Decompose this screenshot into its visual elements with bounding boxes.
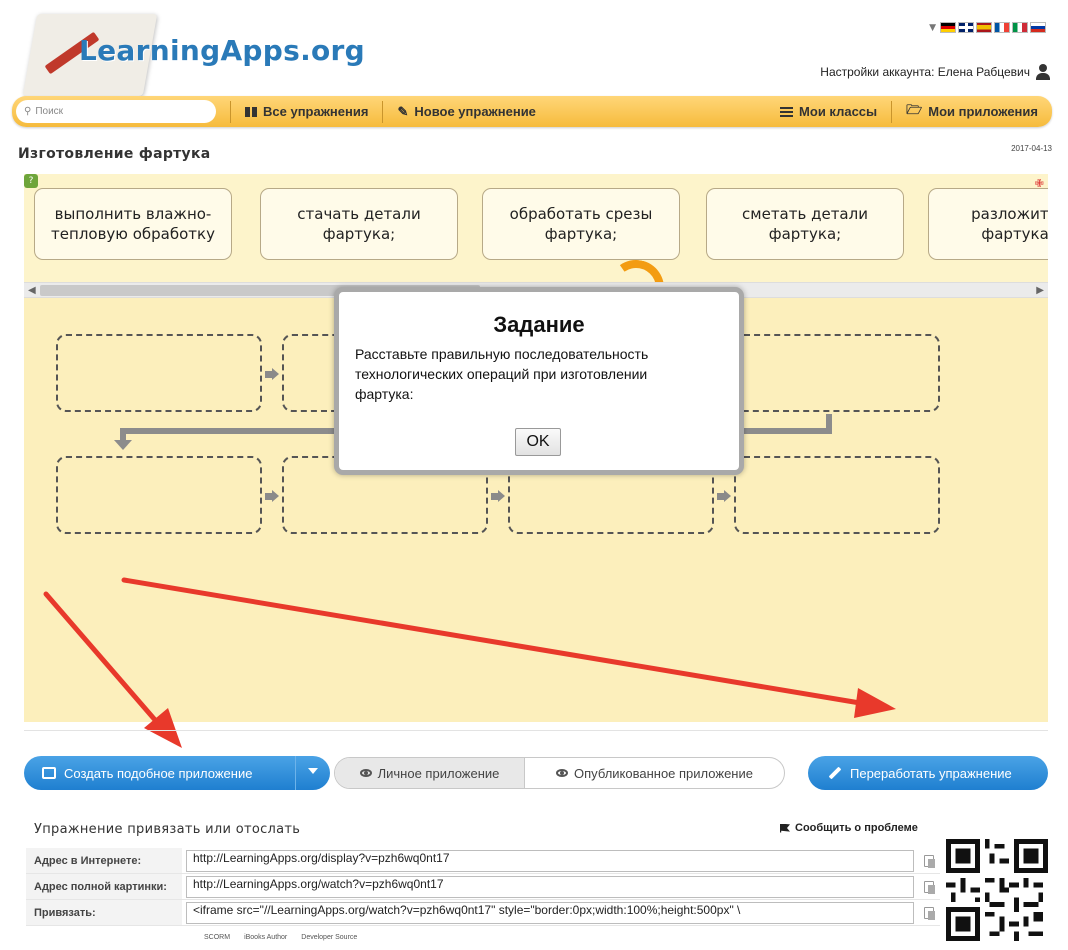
user-icon[interactable]: [1036, 64, 1050, 80]
nav-new-exercise-label: Новое упражнение: [414, 104, 536, 119]
pencil-icon: ✎: [397, 103, 409, 119]
nav-all-exercises[interactable]: Все упражнения: [231, 96, 382, 127]
sequence-arrow-icon: [265, 489, 279, 503]
copy-icon[interactable]: [924, 854, 935, 868]
qr-code-image: [946, 838, 1048, 942]
share-section-title: Упражнение привязать или отослать: [34, 822, 301, 837]
developer-source-link[interactable]: Developer Source: [301, 934, 357, 941]
share-row: Адрес в Интернете: http://LearningApps.o…: [26, 848, 940, 874]
language-selector[interactable]: ▼: [929, 22, 1046, 33]
share-table: Адрес в Интернете: http://LearningApps.o…: [26, 848, 940, 926]
task-dialog-text: Расставьте правильную последовательность…: [355, 346, 649, 402]
flag-it-icon[interactable]: [1012, 22, 1028, 33]
nav-all-exercises-label: Все упражнения: [263, 104, 369, 119]
fullscreen-address-field[interactable]: http://LearningApps.org/watch?v=pzh6wq0n…: [186, 875, 914, 898]
nav-my-classes-label: Мои классы: [799, 104, 878, 119]
draggable-card[interactable]: стачать детали фартука;: [260, 188, 458, 260]
create-similar-app-label: Создать подобное приложение: [64, 765, 253, 781]
main-navbar: ⚲ Поиск Все упражнения ✎ Новое упражнени…: [12, 96, 1052, 127]
scroll-left-icon[interactable]: ◀: [28, 283, 36, 299]
scroll-right-icon[interactable]: ▶: [1036, 283, 1044, 299]
scorm-export-link[interactable]: SCORM: [204, 934, 230, 941]
pencil-icon: [828, 766, 842, 780]
flag-en-icon[interactable]: [958, 22, 974, 33]
down-arrow-icon: [114, 440, 132, 450]
split-divider: [295, 756, 296, 790]
visibility-toggle: Личное приложение Опубликованное приложе…: [334, 757, 785, 789]
share-row-label: Привязать:: [26, 900, 182, 925]
search-input[interactable]: ⚲ Поиск: [16, 100, 216, 123]
share-row: Привязать: <iframe src="//LearningApps.o…: [26, 900, 940, 926]
flag-fr-icon[interactable]: [994, 22, 1010, 33]
draggable-card[interactable]: выполнить влажно- тепловую обработку: [34, 188, 232, 260]
task-dialog-title: Задание: [493, 312, 585, 337]
account-settings-link[interactable]: Настройки аккаунта: Елена Рабцевич: [820, 64, 1050, 80]
sequence-arrow-icon: [265, 367, 279, 381]
nav-my-apps-label: Мои приложения: [928, 104, 1038, 119]
flag-de-icon[interactable]: [940, 22, 956, 33]
copy-icon[interactable]: [924, 906, 935, 920]
draggable-card[interactable]: разложить вы фартука на: [928, 188, 1048, 260]
page-title: Изготовление фартука: [18, 146, 211, 162]
task-dialog: Задание Расставьте правильную последоват…: [334, 287, 744, 475]
account-label[interactable]: Настройки аккаунта: Елена Рабцевич: [820, 65, 1030, 79]
edit-icon: [42, 767, 56, 779]
flag-ru-icon[interactable]: [1030, 22, 1046, 33]
folder-icon: 🗁: [906, 101, 923, 117]
search-icon: ⚲: [24, 106, 32, 117]
export-links: SCORM iBooks Author Developer Source: [204, 934, 357, 941]
grid-icon: [245, 106, 257, 117]
rework-exercise-label: Переработать упражнение: [850, 765, 1012, 781]
logo-text: LearningApps.org: [79, 34, 365, 67]
ok-button[interactable]: OK: [515, 428, 561, 456]
published-app-option[interactable]: Опубликованное приложение: [525, 758, 784, 788]
sequence-arrow-icon: [717, 489, 731, 503]
draggable-card[interactable]: обработать срезы фартука;: [482, 188, 680, 260]
drop-slot[interactable]: [56, 456, 262, 534]
eye-icon: [556, 769, 569, 777]
private-app-option[interactable]: Личное приложение: [335, 758, 525, 788]
share-row: Адрес полной картинки: http://LearningAp…: [26, 874, 940, 900]
nav-my-apps[interactable]: 🗁 Мои приложения: [892, 96, 1052, 127]
flag-es-icon[interactable]: [976, 22, 992, 33]
nav-new-exercise[interactable]: ✎ Новое упражнение: [383, 96, 549, 127]
app-help-icon[interactable]: ?: [24, 174, 38, 188]
copy-icon[interactable]: [924, 880, 935, 894]
share-row-label: Адрес полной картинки:: [26, 874, 182, 899]
web-address-field[interactable]: http://LearningApps.org/display?v=pzh6wq…: [186, 849, 914, 872]
page-date: 2017-04-13: [1011, 144, 1052, 153]
drop-slot[interactable]: [734, 456, 940, 534]
drop-slot[interactable]: [56, 334, 262, 412]
draggable-card[interactable]: сметать детали фартука;: [706, 188, 904, 260]
logo[interactable]: LearningApps.org: [22, 10, 382, 100]
rework-exercise-button[interactable]: Переработать упражнение: [808, 756, 1048, 790]
published-app-label: Опубликованное приложение: [574, 765, 753, 781]
search-placeholder: Поиск: [35, 106, 64, 117]
private-app-label: Личное приложение: [377, 765, 500, 781]
drop-slot[interactable]: [734, 334, 940, 412]
embed-code-field[interactable]: <iframe src="//LearningApps.org/watch?v=…: [186, 901, 914, 924]
nav-my-classes[interactable]: Мои классы: [766, 96, 891, 127]
list-icon: [780, 106, 794, 117]
flag-icon: [780, 823, 790, 833]
language-dropdown-icon[interactable]: ▼: [929, 23, 936, 33]
share-row-label: Адрес в Интернете:: [26, 848, 182, 873]
eye-icon: [359, 769, 372, 777]
report-problem-link[interactable]: Сообщить о проблеме: [780, 822, 918, 834]
chevron-down-icon[interactable]: [308, 768, 318, 774]
ibooks-export-link[interactable]: iBooks Author: [244, 934, 287, 941]
section-divider: [24, 730, 1048, 731]
create-similar-app-button[interactable]: Создать подобное приложение: [24, 756, 330, 790]
report-problem-label: Сообщить о проблеме: [795, 822, 918, 834]
sequence-arrow-icon: [491, 489, 505, 503]
